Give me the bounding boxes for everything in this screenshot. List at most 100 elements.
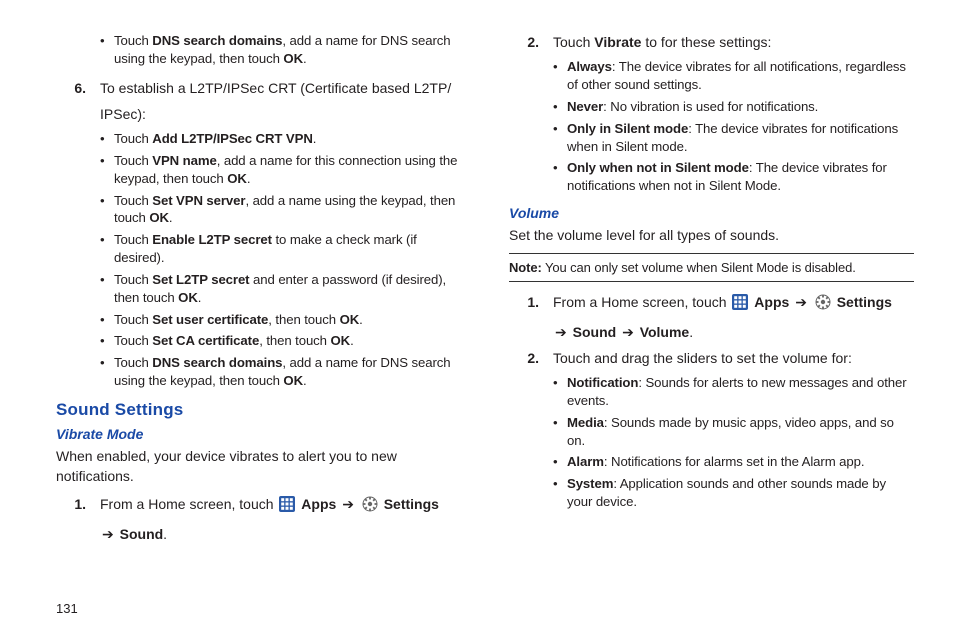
step-body: Touch and drag the sliders to set the vo… [553, 348, 914, 368]
bullet-text: Media: Sounds made by music apps, video … [567, 414, 914, 450]
bullet-item: •Media: Sounds made by music apps, video… [553, 414, 914, 450]
bullet-dot-icon: • [553, 374, 567, 410]
text-run: . [169, 210, 173, 225]
divider [509, 281, 914, 282]
text-bold: OK [178, 290, 198, 305]
step-body: From a Home screen, touch Apps ➔ Setting… [100, 494, 461, 544]
divider [509, 253, 914, 254]
bullet-item: •Alarm: Notifications for alarms set in … [553, 453, 914, 471]
text-bold: Sound [573, 324, 617, 340]
text-bold: Settings [384, 496, 439, 512]
bullet-dot-icon: • [100, 32, 114, 68]
bullet-dot-icon: • [100, 192, 114, 228]
text-run: . [163, 526, 167, 542]
text-run: From a Home screen, touch [100, 496, 277, 512]
step-number: 1. [56, 494, 100, 544]
step-number: 1. [509, 292, 553, 342]
text-bold: Set user certificate [152, 312, 268, 327]
right-column: 2. Touch Vibrate to for these settings: … [509, 28, 914, 626]
text-bold: Media [567, 415, 604, 430]
bullet-item: • Touch DNS search domains, add a name f… [100, 32, 461, 68]
text-bold: Apps [301, 496, 336, 512]
numbered-step: 1. From a Home screen, touch Apps ➔ Sett… [56, 494, 461, 544]
paragraph: Set the volume level for all types of so… [509, 225, 914, 245]
bullet-text: Only when not in Silent mode: The device… [567, 159, 914, 195]
text-bold: DNS search domains [152, 33, 282, 48]
text-run: : Application sounds and other sounds ma… [567, 476, 886, 509]
bullet-dot-icon: • [100, 271, 114, 307]
text-bold: Sound [120, 526, 164, 542]
text-run: . [247, 171, 251, 186]
bullet-item: •Touch Set L2TP secret and enter a passw… [100, 271, 461, 307]
text-run: Touch [553, 34, 594, 50]
arrow-icon: ➔ [342, 496, 354, 512]
numbered-step: 2. Touch and drag the sliders to set the… [509, 348, 914, 368]
arrow-icon: ➔ [795, 294, 807, 310]
bullet-dot-icon: • [553, 453, 567, 471]
bullet-list-volume: •Notification: Sounds for alerts to new … [553, 374, 914, 511]
arrow-icon: ➔ [102, 526, 114, 542]
text-bold: Notification [567, 375, 638, 390]
apps-grid-icon [279, 496, 295, 517]
bullet-text: Touch Set CA certificate, then touch OK. [114, 332, 461, 350]
text-bold: Add L2TP/IPSec CRT VPN [152, 131, 312, 146]
step-body: To establish a L2TP/IPSec CRT (Certifica… [100, 78, 461, 125]
text-bold: OK [330, 333, 350, 348]
bullet-item: •Touch VPN name, add a name for this con… [100, 152, 461, 188]
bullet-text: Touch Set user certificate, then touch O… [114, 311, 461, 329]
bullet-item: •Touch Add L2TP/IPSec CRT VPN. [100, 130, 461, 148]
text-bold: Never [567, 99, 603, 114]
text-run: . [359, 312, 363, 327]
text-bold: Apps [754, 294, 789, 310]
bullet-item: •Touch DNS search domains, add a name fo… [100, 354, 461, 390]
text-bold: Vibrate [594, 34, 641, 50]
bullet-dot-icon: • [553, 98, 567, 116]
bullet-text: Touch VPN name, add a name for this conn… [114, 152, 461, 188]
bullet-item: •System: Application sounds and other so… [553, 475, 914, 511]
bullet-text: Never: No vibration is used for notifica… [567, 98, 914, 116]
step-body: From a Home screen, touch Apps ➔ Setting… [553, 292, 914, 342]
step-body: Touch Vibrate to for these settings: [553, 32, 914, 52]
text-bold: Set VPN server [152, 193, 245, 208]
text-run: Touch [114, 272, 152, 287]
text-bold: DNS search domains [152, 355, 282, 370]
text-run: Touch [114, 153, 152, 168]
bullet-text: Touch DNS search domains, add a name for… [114, 354, 461, 390]
text-bold: Enable L2TP secret [152, 232, 272, 247]
bullet-text: Touch DNS search domains, add a name for… [114, 32, 461, 68]
text-run: , then touch [268, 312, 339, 327]
bullet-dot-icon: • [100, 231, 114, 267]
text-run: : Notifications for alarms set in the Al… [604, 454, 865, 469]
step-number: 2. [509, 348, 553, 368]
manual-page: • Touch DNS search domains, add a name f… [0, 0, 954, 636]
text-run: Touch [114, 33, 152, 48]
text-bold: OK [149, 210, 169, 225]
text-bold: Alarm [567, 454, 604, 469]
text-bold: Only when not in Silent mode [567, 160, 749, 175]
bullet-list-top: • Touch DNS search domains, add a name f… [100, 32, 461, 68]
step-number: 6. [56, 78, 100, 125]
bullet-dot-icon: • [553, 120, 567, 156]
page-number: 131 [56, 601, 78, 616]
paragraph: When enabled, your device vibrates to al… [56, 446, 461, 487]
bullet-dot-icon: • [553, 414, 567, 450]
text-run: . [689, 324, 693, 340]
text-bold: OK [283, 51, 303, 66]
bullet-text: Only in Silent mode: The device vibrates… [567, 120, 914, 156]
bullet-item: •Notification: Sounds for alerts to new … [553, 374, 914, 410]
text-run: Touch [114, 193, 152, 208]
bullet-dot-icon: • [553, 475, 567, 511]
text-run: to for these settings: [641, 34, 771, 50]
bullet-dot-icon: • [100, 130, 114, 148]
bullet-dot-icon: • [100, 332, 114, 350]
numbered-step: 6. To establish a L2TP/IPSec CRT (Certif… [56, 78, 461, 125]
text-run: . [350, 333, 354, 348]
text-run: : Sounds made by music apps, video apps,… [567, 415, 894, 448]
step-continuation: ➔ Sound ➔ Volume. [553, 322, 914, 342]
text-run: . [303, 51, 307, 66]
text-bold: System [567, 476, 613, 491]
bullet-text: Touch Set L2TP secret and enter a passwo… [114, 271, 461, 307]
numbered-step: 1. From a Home screen, touch Apps ➔ Sett… [509, 292, 914, 342]
text-run: . [303, 373, 307, 388]
bullet-dot-icon: • [553, 58, 567, 94]
